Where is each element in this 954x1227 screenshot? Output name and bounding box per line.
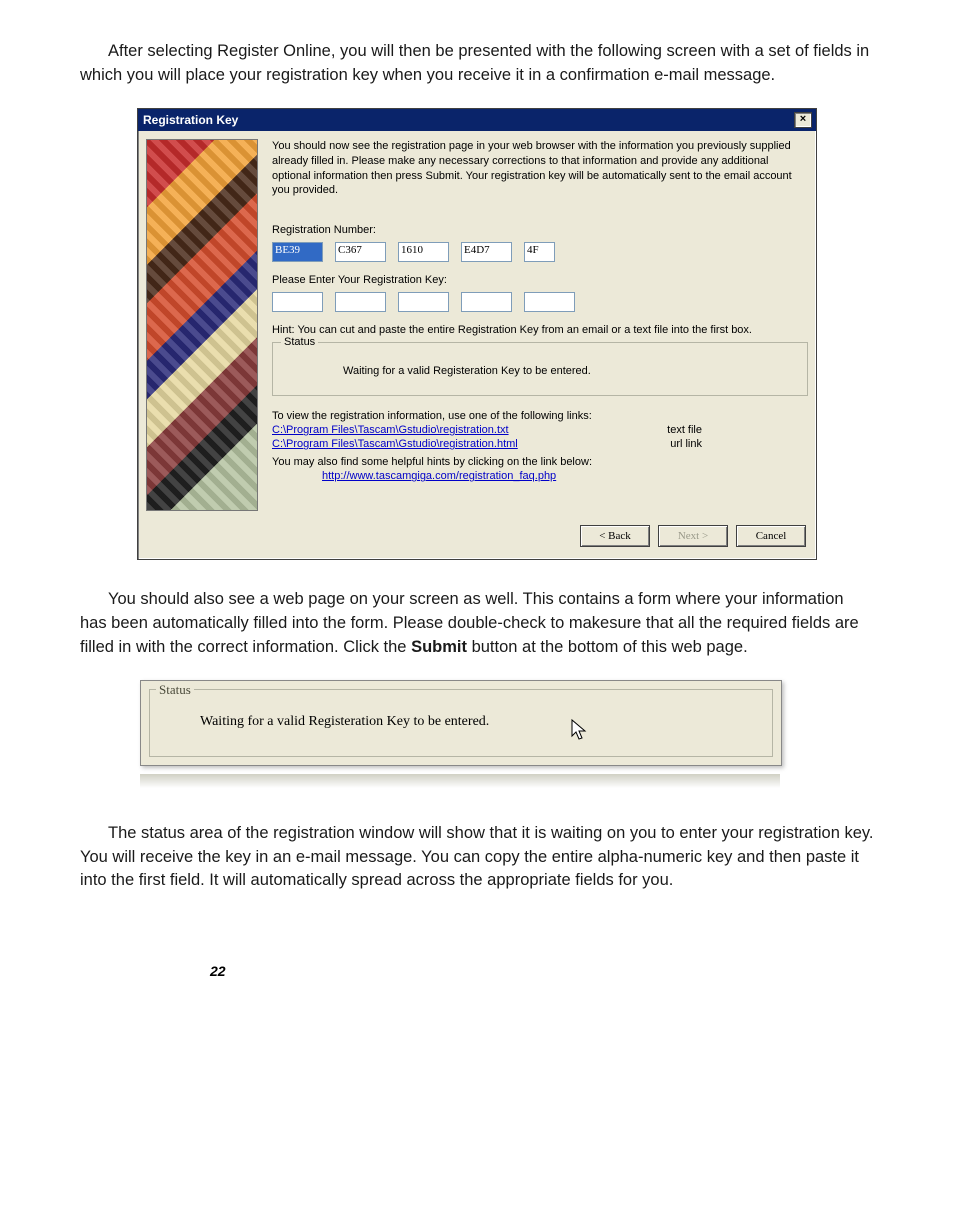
next-button[interactable]: Next >: [658, 525, 728, 547]
status-groupbox: Status Waiting for a valid Registeration…: [272, 342, 808, 396]
submit-word: Submit: [411, 638, 467, 656]
registration-dialog: Registration Key × You should now see th…: [137, 108, 817, 560]
registration-key-fields: [272, 292, 808, 312]
cancel-button[interactable]: Cancel: [736, 525, 806, 547]
status-figure-text: Waiting for a valid Registeration Key to…: [160, 714, 762, 730]
dialog-intro-text: You should now see the registration page…: [272, 139, 808, 198]
wizard-sidebar-image: [146, 139, 258, 511]
reg-field-3[interactable]: 1610: [398, 242, 449, 262]
submit-paragraph: You should also see a web page on your s…: [80, 588, 874, 660]
key-field-3[interactable]: [398, 292, 449, 312]
dialog-titlebar: Registration Key ×: [138, 109, 816, 131]
para3-text: The status area of the registration wind…: [80, 824, 874, 890]
status-figure-legend: Status: [156, 682, 194, 698]
intro-paragraph: After selecting Register Online, you wil…: [80, 40, 874, 88]
close-icon[interactable]: ×: [794, 112, 812, 128]
help-label: You may also find some helpful hints by …: [272, 456, 808, 468]
enter-key-label: Please Enter Your Registration Key:: [272, 274, 808, 286]
registration-number-label: Registration Number:: [272, 224, 808, 236]
faq-link[interactable]: http://www.tascamgiga.com/registration_f…: [322, 470, 556, 482]
status-message: Waiting for a valid Registeration Key to…: [283, 365, 797, 377]
dialog-footer: < Back Next > Cancel: [138, 519, 816, 559]
back-button[interactable]: < Back: [580, 525, 650, 547]
reg-field-4[interactable]: E4D7: [461, 242, 512, 262]
reg-txt-link[interactable]: C:\Program Files\Tascam\Gstudio\registra…: [272, 424, 509, 436]
reg-html-kind: url link: [670, 438, 702, 450]
status-area-figure: Status Waiting for a valid Registeration…: [140, 680, 782, 766]
reg-field-5[interactable]: 4F: [524, 242, 555, 262]
key-field-4[interactable]: [461, 292, 512, 312]
key-field-2[interactable]: [335, 292, 386, 312]
status-legend: Status: [281, 336, 318, 348]
reg-field-1[interactable]: BE39: [272, 242, 323, 262]
hint-text: Hint: You can cut and paste the entire R…: [272, 324, 808, 336]
intro-text: After selecting Register Online, you wil…: [80, 42, 869, 84]
figure-shadow: [140, 774, 780, 788]
page-number: 22: [210, 963, 874, 979]
reg-html-link[interactable]: C:\Program Files\Tascam\Gstudio\registra…: [272, 438, 518, 450]
key-field-1[interactable]: [272, 292, 323, 312]
registration-number-fields: BE39 C367 1610 E4D7 4F: [272, 242, 808, 262]
status-paragraph: The status area of the registration wind…: [80, 822, 874, 894]
reg-txt-kind: text file: [667, 424, 702, 436]
dialog-title: Registration Key: [143, 113, 238, 127]
registration-dialog-figure: Registration Key × You should now see th…: [137, 108, 817, 560]
reg-field-2[interactable]: C367: [335, 242, 386, 262]
mouse-cursor-icon: [570, 718, 590, 748]
key-field-5[interactable]: [524, 292, 575, 312]
view-links-label: To view the registration information, us…: [272, 410, 808, 422]
para2-b: button at the bottom of this web page.: [467, 638, 748, 656]
